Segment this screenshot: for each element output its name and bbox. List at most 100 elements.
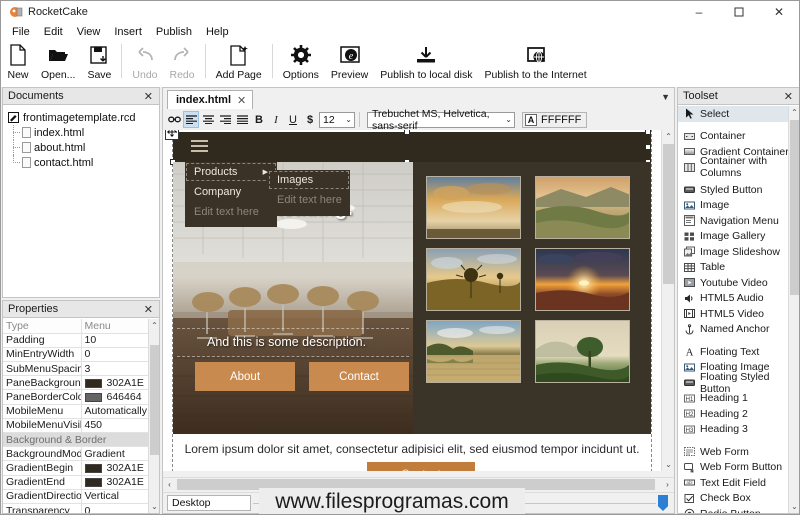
tool-named-anchor[interactable]: Named Anchor	[678, 322, 799, 338]
color-swatch[interactable]	[84, 392, 102, 402]
color-swatch[interactable]	[84, 477, 102, 487]
navigation-menu-widget[interactable]	[165, 130, 651, 165]
tool-radio-button[interactable]: Radio Button	[678, 506, 799, 513]
gallery-image[interactable]	[426, 176, 521, 239]
close-button[interactable]: ✕	[759, 1, 799, 23]
nav-subitem-edit-placeholder[interactable]: Edit text here	[268, 190, 350, 210]
design-canvas[interactable]: This is a heading. And this is some desc…	[163, 130, 674, 471]
table-row[interactable]: MinEntryWidth 0	[3, 347, 159, 363]
toolset-scrollbar[interactable]: ⌃ ⌄	[788, 106, 799, 513]
tool-web-form-button[interactable]: Web Form Button	[678, 460, 799, 476]
tool-floating-styled-button[interactable]: Floating Styled Button	[678, 371, 799, 395]
nav-dropdown-level1[interactable]: Products ▶ Company Edit text here	[185, 162, 277, 227]
device-breakpoint-marker[interactable]	[658, 495, 668, 511]
table-row[interactable]: MobileMenu Automatically G	[3, 404, 159, 419]
publish-internet-button[interactable]: Publish to the Internet	[479, 41, 593, 85]
tool-html5-video[interactable]: HTML5 Video	[678, 306, 799, 322]
tool-heading-2[interactable]: H2 Heading 2	[678, 406, 799, 422]
options-button[interactable]: Options	[277, 41, 325, 85]
tree-root-item[interactable]: frontimagetemplate.rcd	[8, 110, 159, 125]
menu-publish[interactable]: Publish	[149, 24, 199, 40]
tab-close-icon[interactable]: ✕	[237, 94, 246, 107]
canvas-scroll-down-icon[interactable]: ⌄	[662, 458, 675, 471]
maximize-button[interactable]	[719, 1, 759, 23]
nav-item-products[interactable]: Products ▶	[185, 162, 277, 182]
tool-image[interactable]: Image	[678, 198, 799, 214]
new-button[interactable]: New	[1, 41, 35, 85]
tree-item-index[interactable]: index.html	[13, 125, 159, 140]
tab-index-html[interactable]: index.html ✕	[167, 90, 254, 109]
toolset-scroll-thumb[interactable]	[790, 120, 799, 295]
table-row[interactable]: PaneBorderColor 646464	[3, 389, 159, 405]
preview-button[interactable]: e Preview	[325, 41, 374, 85]
publish-local-disk-button[interactable]: Publish to local disk	[374, 41, 478, 85]
tool-styled-button[interactable]: Styled Button	[678, 182, 799, 198]
gallery-image[interactable]	[426, 248, 521, 311]
hamburger-icon[interactable]	[191, 140, 208, 155]
link-icon[interactable]	[166, 111, 182, 128]
menu-file[interactable]: File	[5, 24, 37, 40]
tool-navigation-menu[interactable]: Navigation Menu	[678, 213, 799, 229]
canvas-scroll-up-icon[interactable]: ⌃	[662, 130, 675, 143]
currency-button[interactable]: $	[302, 111, 318, 128]
table-row[interactable]: Type Menu	[3, 319, 159, 334]
table-row[interactable]: Transparency 0	[3, 503, 159, 513]
gallery-image[interactable]	[535, 176, 630, 239]
add-page-button[interactable]: Add Page	[210, 41, 268, 85]
tool-select[interactable]: Select	[678, 106, 799, 122]
menu-insert[interactable]: Insert	[107, 24, 149, 40]
table-row[interactable]: BackgroundMode Gradient	[3, 446, 159, 462]
menu-help[interactable]: Help	[199, 24, 236, 40]
nav-item-company[interactable]: Company	[185, 182, 277, 202]
underline-button[interactable]: U	[285, 111, 301, 128]
bold-button[interactable]: B	[251, 111, 267, 128]
device-selector[interactable]: Desktop	[167, 495, 251, 511]
undo-button[interactable]: Undo	[126, 41, 163, 85]
text-color-picker[interactable]: A FFFFFF	[522, 111, 588, 128]
color-swatch[interactable]	[84, 378, 102, 388]
menu-edit[interactable]: Edit	[37, 24, 70, 40]
tool-heading-3[interactable]: H3 Heading 3	[678, 422, 799, 438]
properties-close-icon[interactable]: ✕	[142, 303, 155, 316]
minimize-button[interactable]: –	[679, 1, 719, 23]
toolset-scroll-up-icon[interactable]: ⌃	[789, 106, 799, 119]
canvas-vertical-scrollbar[interactable]: ⌃ ⌄	[661, 130, 674, 471]
tool-youtube-video[interactable]: Youtube Video	[678, 275, 799, 291]
properties-scroll-thumb[interactable]	[150, 345, 159, 455]
toolset-close-icon[interactable]: ✕	[782, 90, 795, 103]
hero-description[interactable]: And this is some description.	[207, 335, 366, 349]
tree-item-contact[interactable]: contact.html	[13, 155, 159, 170]
properties-scroll-up-icon[interactable]: ⌃	[149, 319, 160, 332]
gallery-image[interactable]	[426, 320, 521, 383]
tool-check-box[interactable]: Check Box	[678, 491, 799, 507]
text-container[interactable]: Lorem ipsum dolor sit amet, consectetur …	[173, 434, 651, 471]
resize-handle-top[interactable]	[404, 130, 410, 135]
align-right-button[interactable]	[217, 111, 233, 128]
italic-button[interactable]: I	[268, 111, 284, 128]
gallery-image[interactable]	[535, 248, 630, 311]
table-row[interactable]: GradientEnd 302A1E	[3, 475, 159, 490]
align-justify-button[interactable]	[234, 111, 250, 128]
page-root[interactable]: This is a heading. And this is some desc…	[165, 130, 652, 471]
gallery-image[interactable]	[535, 320, 630, 383]
tool-container-with-columns[interactable]: Container with Columns	[678, 155, 799, 179]
menu-view[interactable]: View	[70, 24, 108, 40]
properties-scroll-down-icon[interactable]: ⌄	[149, 500, 160, 513]
lorem-text[interactable]: Lorem ipsum dolor sit amet, consectetur …	[173, 442, 651, 456]
redo-button[interactable]: Redo	[164, 41, 201, 85]
nav-subitem-images[interactable]: Images	[268, 170, 350, 190]
tool-web-form[interactable]: Web Form	[678, 444, 799, 460]
canvas-scroll-left-icon[interactable]: ‹	[163, 478, 176, 491]
table-row[interactable]: GradientDirection Vertical	[3, 489, 159, 504]
font-family-select[interactable]: Trebuchet MS, Helvetica, sans-serif ⌄	[367, 108, 515, 132]
tab-list-dropdown-icon[interactable]: ▼	[661, 92, 670, 102]
canvas-scroll-right-icon[interactable]: ›	[661, 478, 674, 491]
resize-handle-right[interactable]	[645, 144, 651, 150]
table-row[interactable]: PaneBackgroundCo 302A1E	[3, 375, 159, 391]
font-size-select[interactable]: 12 ⌄	[319, 111, 355, 128]
tool-container[interactable]: Container	[678, 129, 799, 145]
resize-handle-topright[interactable]	[645, 130, 651, 135]
tool-table[interactable]: Table	[678, 260, 799, 276]
table-row[interactable]: SubMenuSpacing 3	[3, 361, 159, 377]
nav-item-edit-placeholder[interactable]: Edit text here	[185, 202, 277, 222]
